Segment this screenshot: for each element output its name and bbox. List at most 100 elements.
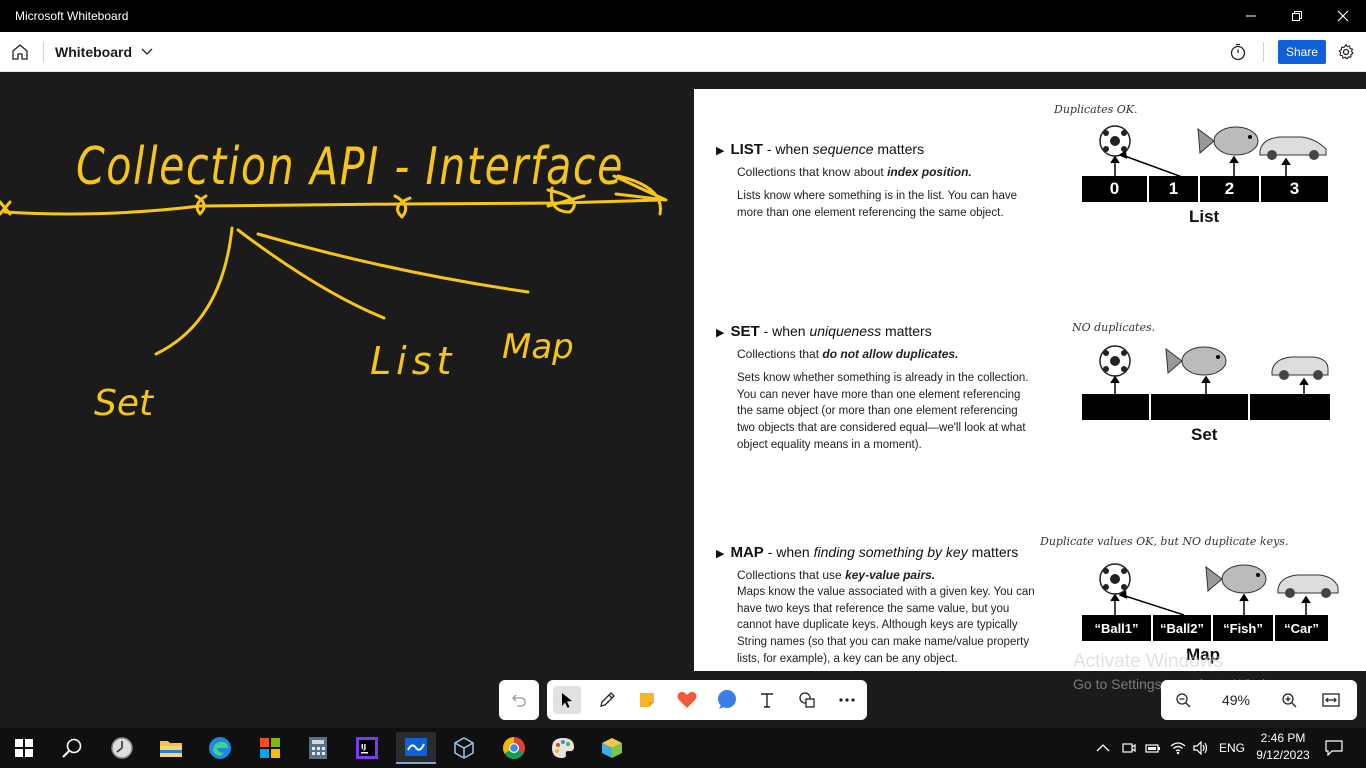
set-heading: ▶ SET - when uniqueness matters xyxy=(716,323,932,340)
fit-to-screen-button[interactable] xyxy=(1317,688,1345,712)
whiteboard-canvas[interactable]: Collection API - Interface Set List Map … xyxy=(0,72,1366,728)
pasted-image[interactable]: ▶ LIST - when sequence matters Collection… xyxy=(694,89,1366,671)
zoom-level[interactable]: 49% xyxy=(1216,692,1256,708)
box-3d-icon xyxy=(602,738,622,758)
taskbar-calculator[interactable] xyxy=(298,732,338,764)
notification-button[interactable] xyxy=(1320,734,1348,762)
chevron-up-icon[interactable] xyxy=(1096,743,1110,753)
set-tail: matters xyxy=(881,323,932,339)
branch-to-list[interactable] xyxy=(236,228,386,320)
timeline-node-2[interactable] xyxy=(393,194,412,219)
set-keyword: SET xyxy=(730,323,760,340)
title-bar: Microsoft Whiteboard xyxy=(0,0,1366,32)
set-emph: uniqueness xyxy=(809,323,882,339)
restore-button[interactable] xyxy=(1274,0,1320,32)
taskbar-search-button[interactable] xyxy=(52,732,92,764)
whiteboard-icon xyxy=(405,738,427,756)
taskbar-edge[interactable] xyxy=(200,732,240,764)
triangle-icon: ▶ xyxy=(716,327,725,339)
sticky-note-icon xyxy=(640,693,654,707)
comment-tool[interactable] xyxy=(713,686,741,714)
ink-title[interactable]: Collection API - Interface xyxy=(76,137,624,197)
tray-language[interactable]: ENG xyxy=(1219,728,1245,768)
map-dash: - when xyxy=(763,544,814,560)
taskbar-3d-app[interactable] xyxy=(592,732,632,764)
comment-icon xyxy=(718,690,736,709)
svg-text:IJ: IJ xyxy=(361,743,366,751)
timer-button[interactable] xyxy=(1226,40,1250,64)
list-dash: - when xyxy=(762,141,813,157)
car-icon xyxy=(1259,136,1327,160)
set-note: NO duplicates. xyxy=(1072,321,1156,334)
map-illustration xyxy=(1099,563,1339,615)
taskbar-intellij[interactable]: IJ xyxy=(347,732,387,764)
board-title[interactable]: Whiteboard xyxy=(55,44,132,60)
taskbar-paint[interactable] xyxy=(543,732,583,764)
sticky-note-tool[interactable] xyxy=(633,686,661,714)
ink-map-label[interactable]: Map xyxy=(502,327,574,367)
tray-battery[interactable] xyxy=(1145,728,1161,768)
map-emph: finding something by key xyxy=(813,544,968,560)
calculator-icon xyxy=(309,737,327,759)
list-emph: sequence xyxy=(812,141,874,157)
board-menu-button[interactable] xyxy=(140,45,154,59)
zoom-out-icon xyxy=(1176,693,1191,708)
more-tools-button[interactable] xyxy=(833,686,861,714)
map-key-car: “Car” xyxy=(1275,615,1328,641)
zoom-in-button[interactable] xyxy=(1277,688,1301,712)
set-sub-prefix: Collections that xyxy=(737,347,823,361)
taskbar-whiteboard[interactable] xyxy=(396,732,436,764)
undo-button[interactable] xyxy=(499,680,539,720)
close-button[interactable] xyxy=(1320,0,1366,32)
set-body: Sets know whether something is already i… xyxy=(737,372,1029,451)
windows-taskbar: IJ ENG 2:46 PM 9/12/2023 xyxy=(0,728,1366,768)
taskbar-clock-app[interactable] xyxy=(102,732,142,764)
set-cell xyxy=(1151,394,1250,420)
list-heading: ▶ LIST - when sequence matters xyxy=(716,141,924,158)
taskbar-file-explorer[interactable] xyxy=(151,732,191,764)
ink-layer[interactable]: Collection API - Interface Set List Map xyxy=(0,72,694,728)
intellij-icon: IJ xyxy=(356,737,378,759)
ink-list-label[interactable]: List xyxy=(370,339,456,383)
clock-date: 9/12/2023 xyxy=(1256,748,1310,762)
minimize-button[interactable] xyxy=(1228,0,1274,32)
cube-icon xyxy=(454,737,474,759)
chrome-icon xyxy=(503,737,525,759)
pen-tool[interactable] xyxy=(593,686,621,714)
list-tail: matters xyxy=(873,141,925,157)
zoom-out-button[interactable] xyxy=(1171,688,1195,712)
activate-watermark-title: Activate Windows xyxy=(1073,651,1223,672)
branch-to-map[interactable] xyxy=(256,232,530,294)
ink-set-label[interactable]: Set xyxy=(94,383,155,424)
branch-to-set[interactable] xyxy=(154,226,234,356)
close-icon xyxy=(1337,10,1349,22)
reactions-tool[interactable] xyxy=(673,686,701,714)
edge-icon xyxy=(209,737,231,759)
set-sub-bold: do not allow duplicates. xyxy=(822,347,959,361)
windows-start-icon xyxy=(15,739,33,757)
taskbar-store[interactable] xyxy=(250,732,290,764)
list-cell-0: 0 xyxy=(1082,176,1149,202)
window-title: Microsoft Whiteboard xyxy=(15,9,129,23)
text-tool[interactable] xyxy=(753,686,781,714)
list-sub-prefix: Collections that know about xyxy=(737,165,888,179)
list-illustration xyxy=(1099,125,1327,177)
shapes-tool[interactable] xyxy=(793,686,821,714)
home-button[interactable] xyxy=(6,38,34,66)
timer-icon xyxy=(1230,43,1246,61)
speaker-icon xyxy=(1193,741,1208,755)
set-dash: - when xyxy=(759,323,810,339)
map-key-boxes: “Ball1” “Ball2” “Fish” “Car” xyxy=(1082,615,1328,641)
taskbar-clock[interactable]: 2:46 PM 9/12/2023 xyxy=(1248,730,1318,764)
creation-toolbar xyxy=(547,680,867,720)
select-tool[interactable] xyxy=(553,686,581,714)
settings-button[interactable] xyxy=(1334,40,1358,64)
tray-meet-now[interactable] xyxy=(1122,728,1136,768)
taskbar-chrome[interactable] xyxy=(494,732,534,764)
tray-volume[interactable] xyxy=(1193,728,1209,768)
notification-icon xyxy=(1325,740,1343,756)
start-button[interactable] xyxy=(4,732,44,764)
taskbar-virtualbox[interactable] xyxy=(444,732,484,764)
tray-network[interactable] xyxy=(1170,728,1186,768)
share-button[interactable]: Share xyxy=(1278,40,1326,64)
